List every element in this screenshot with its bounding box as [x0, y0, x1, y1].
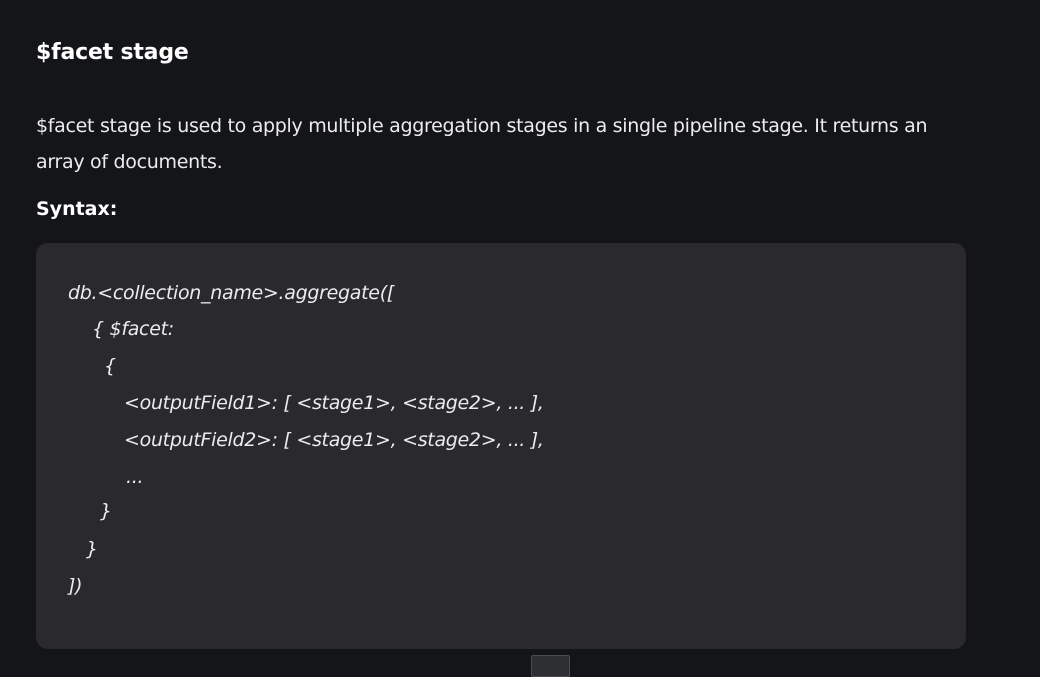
code-line: } [100, 500, 112, 522]
code-line: <outputField2>: [ <stage1>, <stage2>, ..… [124, 429, 544, 451]
section-heading: $facet stage [36, 40, 189, 65]
code-line: { [104, 355, 116, 377]
syntax-label: Syntax: [36, 198, 118, 220]
scroll-tab[interactable] [531, 655, 570, 677]
code-block: db.<collection_name>.aggregate([ { $face… [36, 243, 966, 649]
code-line: db.<collection_name>.aggregate([ [68, 282, 394, 304]
code-line: ]) [68, 575, 83, 597]
code-line: ... [126, 466, 144, 488]
code-line: <outputField1>: [ <stage1>, <stage2>, ..… [124, 392, 544, 414]
code-line: { $facet: [92, 318, 174, 340]
section-description: $facet stage is used to apply multiple a… [36, 115, 928, 173]
code-line: } [86, 538, 98, 560]
